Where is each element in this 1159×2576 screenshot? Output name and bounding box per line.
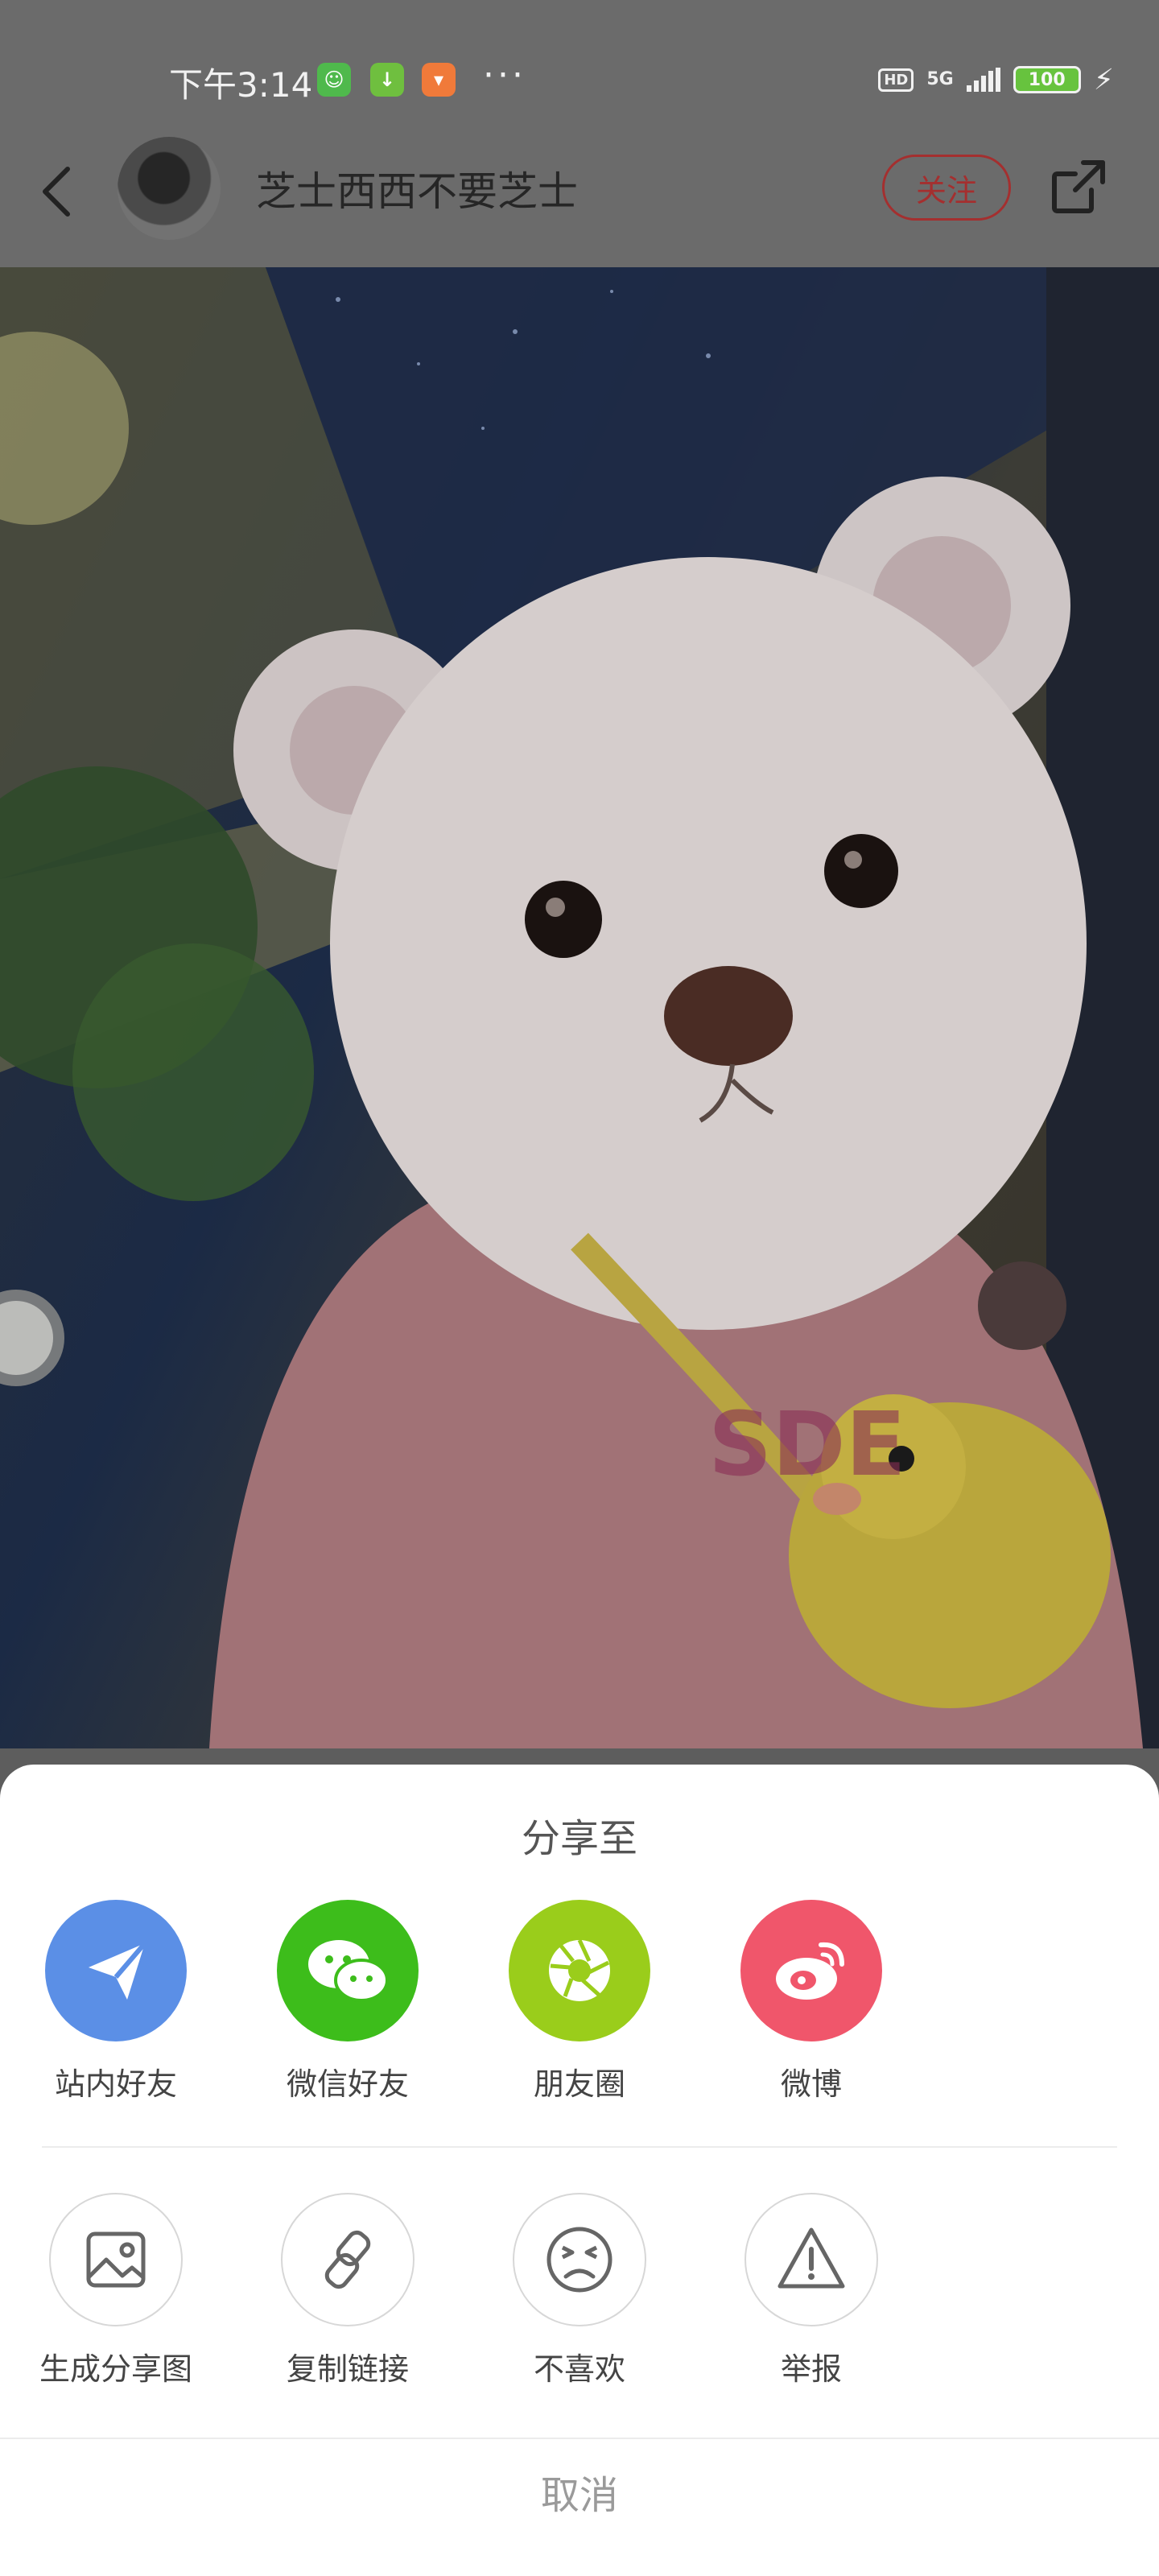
action-generate-share-image[interactable]: 生成分享图 — [0, 2193, 232, 2388]
share-target-wechat[interactable]: 微信好友 — [232, 1900, 464, 2103]
image-icon[interactable] — [49, 2193, 183, 2326]
network-type: 5G — [926, 69, 954, 89]
share-icon[interactable] — [1046, 155, 1111, 219]
share-sheet-title: 分享至 — [521, 1816, 637, 1861]
share-target-weibo[interactable]: 微博 — [695, 1900, 927, 2103]
battery-level: 100 — [1028, 69, 1066, 90]
signal-icon — [966, 68, 1000, 92]
share-target-site-friend[interactable]: 站内好友 — [0, 1900, 232, 2103]
action-copy-link[interactable]: 复制链接 — [232, 2193, 464, 2388]
post-photo: SDE — [0, 267, 1159, 1748]
status-time: 下午3:14 — [169, 65, 313, 105]
unhappy-face-icon[interactable] — [513, 2193, 646, 2326]
link-icon[interactable] — [281, 2193, 415, 2326]
author-name[interactable]: 芝士西西不要芝士 — [256, 159, 578, 217]
status-bar: 下午3:14 ☺ ↓ ▾ ··· HD 5G 100 ⚡ — [0, 0, 1159, 137]
post-header: 芝士西西不要芝士 关注 — [0, 137, 1159, 267]
notification-app-icon: ☺ — [317, 63, 351, 97]
status-indicators: HD 5G 100 ⚡ — [878, 61, 1114, 98]
share-target-moments[interactable]: 朋友圈 — [464, 1900, 695, 2103]
action-report[interactable]: 举报 — [695, 2193, 927, 2388]
avatar[interactable] — [118, 137, 221, 240]
share-target-label: 站内好友 — [54, 2066, 177, 2102]
download-app-icon: ↓ — [370, 63, 404, 97]
cancel-button[interactable]: 取消 — [0, 2463, 1159, 2520]
battery-icon: 100 — [1013, 66, 1081, 93]
sheet-divider — [42, 2146, 1117, 2148]
more-notifications-icon: ··· — [483, 55, 526, 96]
charging-icon: ⚡ — [1093, 63, 1114, 97]
action-dislike[interactable]: 不喜欢 — [464, 2193, 695, 2388]
back-arrow-icon[interactable] — [34, 159, 82, 224]
share-target-label: 微博 — [780, 2066, 842, 2102]
sheet-divider — [0, 2438, 1159, 2439]
screen: 下午3:14 ☺ ↓ ▾ ··· HD 5G 100 ⚡ 芝士西西不要芝士 关注 — [0, 0, 1159, 2576]
share-target-label: 朋友圈 — [533, 2066, 625, 2102]
wechat-icon[interactable] — [277, 1900, 419, 2041]
share-sheet: 分享至 站内好友 微信好友 朋友圈 微博 生成分享图 复制链接 不喜欢 举报 取… — [0, 1765, 1159, 2576]
action-label: 生成分享图 — [39, 2351, 192, 2387]
shopping-app-icon: ▾ — [422, 63, 456, 97]
svg-text:SDE: SDE — [708, 1393, 906, 1496]
weibo-icon[interactable] — [740, 1900, 882, 2041]
hd-icon: HD — [878, 68, 914, 92]
action-label: 举报 — [780, 2351, 842, 2387]
follow-button[interactable]: 关注 — [882, 155, 1011, 221]
warning-icon[interactable] — [744, 2193, 878, 2326]
action-label: 复制链接 — [286, 2351, 409, 2387]
share-target-label: 微信好友 — [286, 2066, 409, 2102]
action-label: 不喜欢 — [533, 2351, 625, 2387]
teddy-bear-photo-illustration: SDE — [0, 267, 1159, 1748]
moments-icon[interactable] — [509, 1900, 650, 2041]
paper-plane-icon[interactable] — [45, 1900, 187, 2041]
